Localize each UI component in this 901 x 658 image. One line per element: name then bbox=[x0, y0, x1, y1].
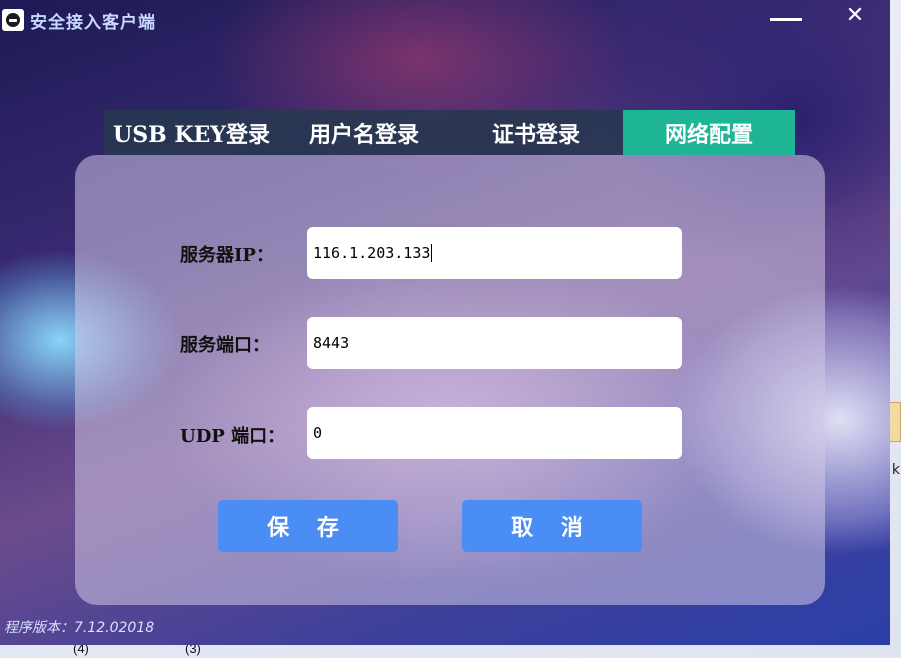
udp-port-label: UDP 端口： bbox=[180, 426, 286, 447]
server-port-value: 8443 bbox=[313, 334, 350, 352]
network-config-panel: 服务器IP： 116.1.203.133 服务端口： 8443 UDP 端口： … bbox=[75, 155, 825, 605]
server-ip-input[interactable]: 116.1.203.133 bbox=[307, 227, 682, 279]
udp-port-value: 0 bbox=[313, 424, 323, 442]
client-window: 安全接入客户端 ✕ USB KEY登录 用户名登录 证书登录 网络配置 服务器I… bbox=[0, 0, 890, 645]
udp-port-input[interactable]: 0 bbox=[307, 407, 682, 459]
server-ip-label: 服务器IP： bbox=[180, 245, 274, 266]
window-title: 安全接入客户端 bbox=[30, 13, 156, 33]
minimize-button[interactable] bbox=[770, 6, 804, 34]
server-ip-value: 116.1.203.133 bbox=[313, 244, 431, 262]
server-port-input[interactable]: 8443 bbox=[307, 317, 682, 369]
desktop-text-fragment: k bbox=[891, 462, 900, 478]
text-caret bbox=[431, 244, 433, 262]
minimize-icon bbox=[770, 18, 802, 21]
tab-username-login[interactable]: 用户名登录 bbox=[279, 110, 449, 155]
close-button[interactable]: ✕ bbox=[840, 2, 870, 32]
login-tab-bar: USB KEY登录 用户名登录 证书登录 网络配置 bbox=[104, 110, 795, 155]
title-bar[interactable]: 安全接入客户端 ✕ bbox=[0, 0, 890, 40]
save-button[interactable]: 保 存 bbox=[218, 500, 398, 552]
server-port-label: 服务端口： bbox=[180, 335, 270, 356]
close-icon: ✕ bbox=[845, 3, 865, 28]
cancel-button[interactable]: 取 消 bbox=[462, 500, 642, 552]
desktop-window-fragment bbox=[889, 402, 901, 442]
tab-certificate-login[interactable]: 证书登录 bbox=[449, 110, 623, 155]
tab-network-config[interactable]: 网络配置 bbox=[623, 110, 795, 155]
app-logo-icon bbox=[2, 9, 24, 31]
tab-usb-key-login[interactable]: USB KEY登录 bbox=[104, 110, 279, 155]
version-text: 程序版本：7.12.02018 bbox=[4, 620, 155, 636]
